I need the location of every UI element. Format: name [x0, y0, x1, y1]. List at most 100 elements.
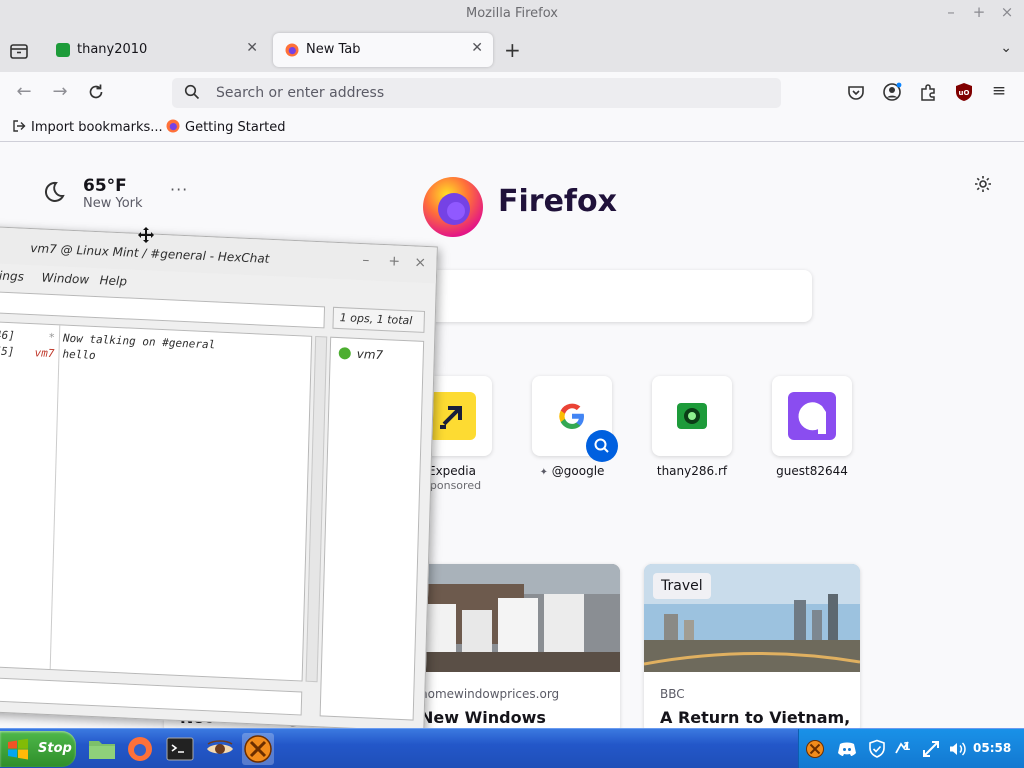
story-headline: New Windows: [420, 708, 546, 727]
forward-button[interactable]: →: [49, 81, 71, 102]
gear-icon[interactable]: [973, 174, 993, 194]
story-image: [404, 564, 620, 672]
guest82644-site-icon: [788, 392, 836, 440]
firefox-favicon-icon: [285, 43, 299, 57]
chat-time: 46]: [0, 328, 16, 343]
start-button[interactable]: Stop: [0, 731, 76, 767]
expedia-icon: [428, 392, 476, 440]
tab-strip: thany2010 ✕ New Tab ✕ + ⌄: [0, 28, 1024, 72]
import-bookmarks-link[interactable]: Import bookmarks...: [12, 119, 163, 135]
hexchat-maximize-button[interactable]: +: [388, 253, 400, 270]
close-window-button[interactable]: ×: [997, 3, 1017, 21]
firefox-wordmark: Firefox: [498, 184, 617, 219]
address-input[interactable]: [216, 82, 756, 104]
weather-city[interactable]: New York: [83, 196, 143, 211]
ublock-origin-icon[interactable]: uO: [954, 82, 974, 102]
hexchat-close-button[interactable]: ×: [414, 254, 426, 271]
story-source: BBC: [660, 687, 685, 701]
getting-started-link[interactable]: Getting Started: [166, 119, 286, 135]
window-title: Mozilla Firefox: [466, 6, 558, 21]
firefox-taskbar-icon[interactable]: [124, 733, 156, 765]
shortcut-label: ✦ @google: [512, 464, 632, 478]
bookmark-label: Getting Started: [185, 120, 286, 135]
system-tray: 1 05:58: [798, 729, 1024, 768]
user-list-item[interactable]: vm7: [357, 347, 384, 362]
tab-list-icon[interactable]: [8, 40, 30, 62]
window-titlebar: Mozilla Firefox – + ×: [0, 0, 1024, 28]
shortcut-tile-guest82644[interactable]: [772, 376, 852, 456]
user-list[interactable]: vm7: [319, 336, 425, 721]
web-search-box[interactable]: [400, 270, 812, 322]
hexchat-title: vm7 @ Linux Mint / #general - HexChat: [30, 241, 270, 266]
shortcut-label: guest82644: [776, 464, 848, 478]
user-count-label: 1 ops, 1 total: [332, 306, 426, 333]
chat-time: 55]: [0, 344, 15, 359]
menu-help[interactable]: Help: [99, 273, 127, 288]
windows-flag-icon: [8, 738, 28, 760]
address-bar[interactable]: [172, 78, 781, 108]
import-icon: [13, 120, 26, 132]
new-tab-button[interactable]: +: [504, 38, 521, 62]
story-source: homewindowprices.org: [420, 687, 560, 701]
chat-message: hello: [62, 347, 96, 363]
eye-app-icon[interactable]: [204, 733, 236, 765]
chat-nick: *: [48, 330, 56, 345]
chevron-down-icon[interactable]: ⌄: [1000, 40, 1012, 56]
pin-icon: ✦: [539, 467, 548, 478]
nick-separator: [49, 325, 61, 670]
shortcut-label: thany286.rf: [656, 464, 728, 478]
story-card[interactable]: Travel BBC A Return to Vietnam,: [644, 564, 860, 728]
back-button[interactable]: ←: [13, 81, 35, 102]
volume-icon[interactable]: [947, 739, 967, 759]
shortcut-label-text: @google: [551, 464, 605, 478]
hexchat-icon: [244, 735, 272, 763]
bookmarks-toolbar: Import bookmarks... Getting Started: [0, 112, 1024, 142]
search-icon: [184, 84, 200, 100]
chat-log[interactable]: 46] * Now talking on #general 55] vm7 he…: [0, 321, 313, 682]
taskbar: Stop 1 05:58: [0, 728, 1024, 768]
shield-icon[interactable]: [867, 739, 887, 759]
menu-settings[interactable]: ttings: [0, 268, 24, 284]
firefox-icon: [166, 119, 180, 133]
hexchat-minimize-button[interactable]: –: [362, 252, 369, 268]
move-cursor-icon: [138, 227, 154, 243]
account-icon[interactable]: [882, 82, 902, 102]
navigation-toolbar: ← → uO ≡: [0, 72, 1024, 112]
menu-hamburger-icon[interactable]: ≡: [988, 81, 1010, 101]
tab-thany2010[interactable]: thany2010 ✕: [44, 33, 268, 67]
shortcut-tile-google[interactable]: [532, 376, 618, 462]
clock[interactable]: 05:58: [973, 741, 1011, 755]
discord-icon[interactable]: [837, 739, 857, 759]
story-card[interactable]: homewindowprices.org New Windows: [404, 564, 620, 728]
close-tab-icon[interactable]: ✕: [471, 40, 483, 56]
close-tab-icon[interactable]: ✕: [246, 40, 258, 56]
extensions-icon[interactable]: [918, 82, 938, 102]
maximize-button[interactable]: +: [969, 3, 989, 21]
tab-new-tab[interactable]: New Tab ✕: [273, 33, 493, 67]
network-icon[interactable]: [921, 739, 941, 759]
hexchat-taskbar-button[interactable]: [242, 733, 274, 765]
message-input[interactable]: [0, 676, 303, 716]
story-category-badge: Travel: [653, 573, 711, 599]
start-label: Stop: [38, 741, 72, 756]
search-shortcut-icon: [586, 430, 618, 462]
thany286-site-icon: [677, 403, 707, 429]
minimize-button[interactable]: –: [941, 3, 961, 21]
terminal-icon[interactable]: [164, 733, 196, 765]
menu-window[interactable]: Window: [41, 271, 89, 287]
user-status-icon: [338, 347, 351, 360]
shortcut-tile-thany286[interactable]: [652, 376, 732, 456]
file-manager-icon[interactable]: [86, 733, 118, 765]
site-favicon-icon: [56, 43, 70, 57]
svg-text:uO: uO: [959, 89, 970, 97]
hexchat-window[interactable]: vm7 @ Linux Mint / #general - HexChat – …: [0, 226, 438, 733]
pocket-icon[interactable]: [846, 82, 866, 102]
tab-label: thany2010: [77, 42, 148, 57]
weather-menu-button[interactable]: ···: [170, 180, 188, 199]
hexchat-tray-icon[interactable]: [805, 739, 825, 759]
bookmark-label: Import bookmarks...: [31, 120, 163, 135]
reload-icon[interactable]: [86, 82, 106, 102]
moon-icon: [44, 181, 65, 202]
weather-temperature[interactable]: 65°F: [83, 176, 127, 196]
google-icon: [559, 403, 584, 429]
